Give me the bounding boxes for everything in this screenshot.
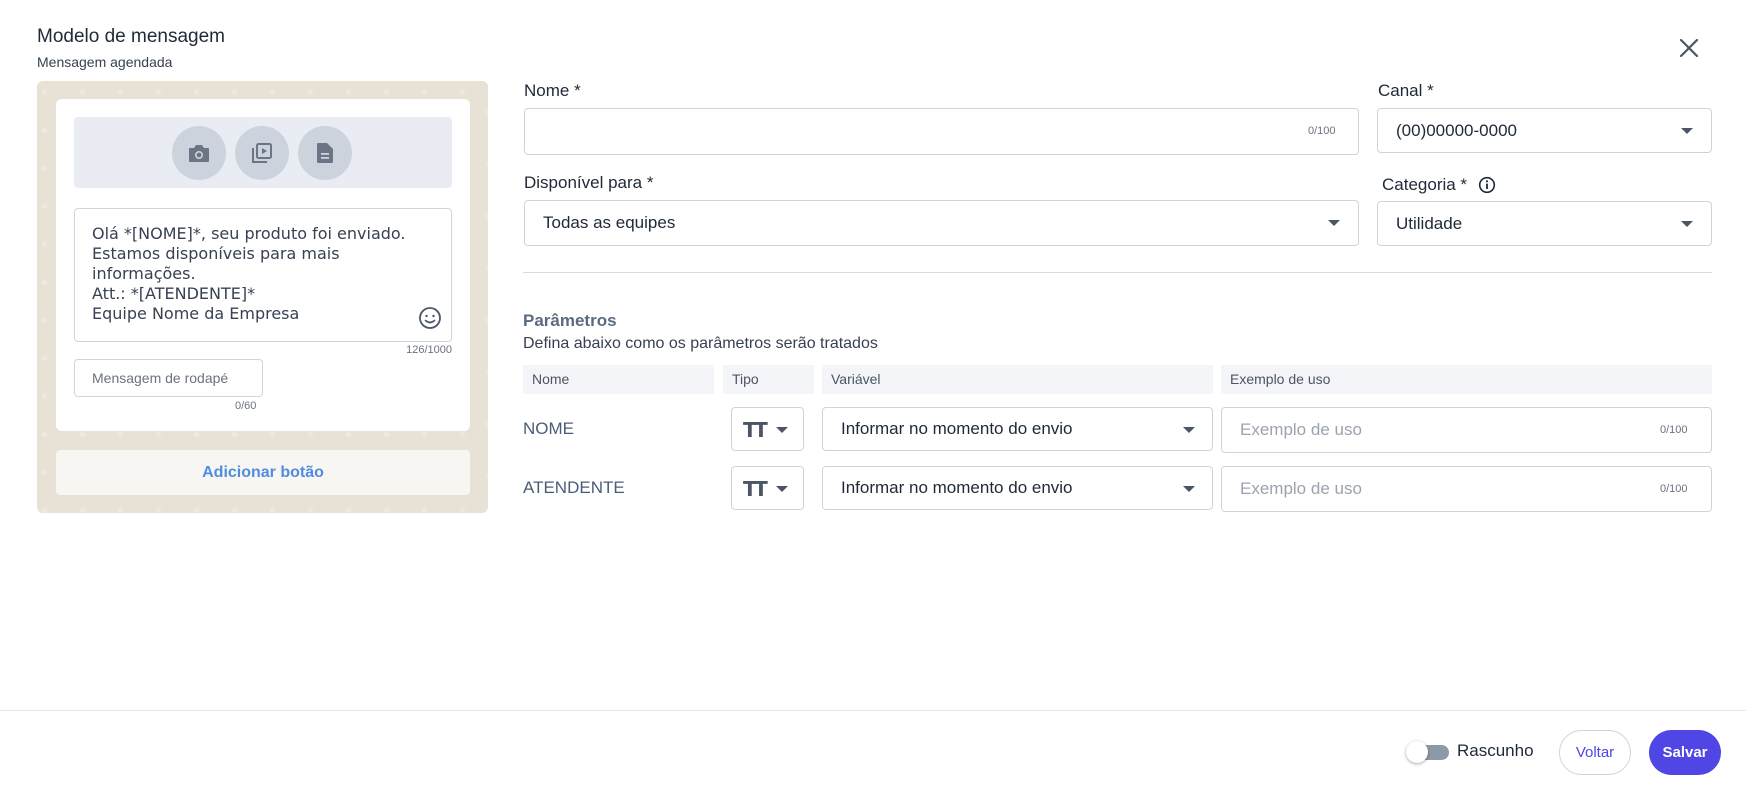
footer-message-input[interactable]: Mensagem de rodapé	[74, 359, 263, 397]
caret-down-icon	[1681, 128, 1693, 134]
categoria-value: Utilidade	[1396, 213, 1463, 233]
save-button[interactable]: Salvar	[1649, 730, 1721, 775]
modal-subtitle: Mensagem agendada	[37, 54, 173, 70]
canal-select[interactable]: (00)00000-0000	[1377, 108, 1712, 153]
message-bubble: Olá *[NOME]*, seu produto foi enviado. E…	[56, 99, 470, 431]
footer-divider	[0, 710, 1746, 711]
modal-title: Modelo de mensagem	[37, 26, 225, 47]
caret-down-icon	[1328, 220, 1340, 226]
caret-down-icon	[1183, 427, 1195, 433]
param-example-counter: 0/100	[1660, 483, 1688, 495]
param-variable-value: Informar no momento do envio	[841, 419, 1073, 438]
back-button[interactable]: Voltar	[1559, 730, 1631, 775]
column-header-variavel: Variável	[822, 365, 1213, 394]
caret-down-icon	[1681, 221, 1693, 227]
draft-toggle-knob	[1406, 741, 1428, 763]
canal-value: (00)00000-0000	[1396, 120, 1517, 140]
disponivel-label: Disponível para *	[524, 173, 654, 192]
add-button-button[interactable]: Adicionar botão	[56, 450, 470, 495]
param-example-placeholder: Exemplo de uso	[1240, 420, 1362, 439]
text-type-icon: TT	[743, 418, 768, 442]
document-header-button[interactable]	[298, 126, 352, 180]
media-header-bar	[74, 117, 452, 188]
close-button[interactable]	[1676, 35, 1702, 61]
document-icon	[317, 143, 333, 163]
param-example-input[interactable]: Exemplo de uso 0/100	[1221, 407, 1712, 453]
caret-down-icon	[776, 427, 788, 433]
canal-label: Canal *	[1378, 81, 1434, 100]
emoji-icon[interactable]	[418, 306, 442, 330]
nome-label: Nome *	[524, 81, 581, 100]
param-type-select[interactable]: TT	[731, 407, 804, 451]
column-header-exemplo: Exemplo de uso	[1221, 365, 1712, 394]
image-header-button[interactable]	[172, 126, 226, 180]
column-header-nome: Nome	[523, 365, 714, 394]
disponivel-select[interactable]: Todas as equipes	[524, 200, 1359, 246]
caret-down-icon	[776, 486, 788, 492]
param-example-placeholder: Exemplo de uso	[1240, 479, 1362, 498]
nome-char-counter: 0/100	[1308, 125, 1336, 137]
message-preview-panel: Olá *[NOME]*, seu produto foi enviado. E…	[37, 81, 488, 513]
close-icon	[1679, 38, 1699, 58]
categoria-label: Categoria *	[1382, 175, 1468, 194]
param-variable-value: Informar no momento do envio	[841, 478, 1073, 497]
params-title: Parâmetros	[523, 311, 617, 330]
param-name-atendente: ATENDENTE	[523, 478, 625, 497]
param-variable-select[interactable]: Informar no momento do envio	[822, 407, 1213, 451]
nome-input[interactable]	[524, 108, 1359, 155]
video-library-icon	[252, 143, 272, 163]
param-name-nome: NOME	[523, 419, 574, 438]
video-header-button[interactable]	[235, 126, 289, 180]
categoria-select[interactable]: Utilidade	[1377, 201, 1712, 246]
camera-icon	[189, 145, 209, 162]
footer-char-counter: 0/60	[235, 400, 257, 412]
column-header-tipo: Tipo	[723, 365, 814, 394]
section-divider	[523, 272, 1712, 273]
message-body-input[interactable]: Olá *[NOME]*, seu produto foi enviado. E…	[74, 208, 452, 342]
draft-toggle[interactable]	[1406, 741, 1450, 763]
draft-label: Rascunho	[1457, 741, 1534, 760]
text-type-icon: TT	[743, 477, 768, 501]
param-example-counter: 0/100	[1660, 424, 1688, 436]
params-subtitle: Defina abaixo como os parâmetros serão t…	[523, 335, 878, 352]
param-type-select[interactable]: TT	[731, 466, 804, 510]
caret-down-icon	[1183, 486, 1195, 492]
param-example-input[interactable]: Exemplo de uso 0/100	[1221, 466, 1712, 512]
param-variable-select[interactable]: Informar no momento do envio	[822, 466, 1213, 510]
disponivel-value: Todas as equipes	[543, 213, 676, 232]
info-icon[interactable]	[1478, 176, 1496, 194]
message-char-counter: 126/1000	[406, 344, 452, 356]
